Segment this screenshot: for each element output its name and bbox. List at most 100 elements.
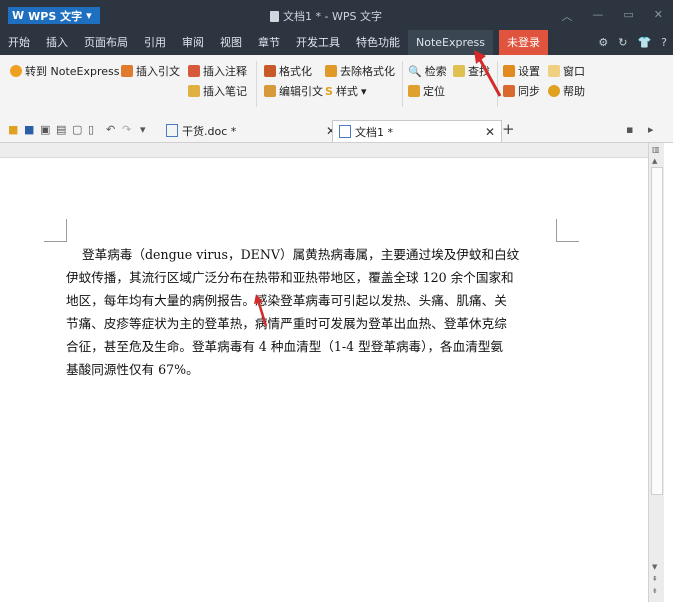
tab-label: 干货.doc * (182, 124, 237, 138)
scrollbar-thumb[interactable] (651, 167, 663, 495)
menubar-tools: ⚙ ↻ 👕 ? (598, 36, 673, 49)
edit-citation-icon (264, 85, 276, 97)
menu-item-references[interactable]: 引用 (136, 30, 174, 55)
locate-icon (408, 85, 420, 97)
print-preview-icon[interactable]: ▢ (72, 123, 82, 136)
paragraph-line: 地区，每年均有大量的病例报告。感染登革病毒可引起以发热、头痛、肌痛、关 (66, 293, 507, 308)
menu-bar: 开始 插入 页面布局 引用 审阅 视图 章节 开发工具 特色功能 NoteExp… (0, 30, 673, 55)
tab-label: 文档1 * (355, 125, 393, 139)
search-icon: 🔍 (408, 64, 422, 78)
export-icon[interactable]: ▣ (40, 123, 50, 136)
menu-item-section[interactable]: 章节 (250, 30, 288, 55)
paragraph-line: 基酸同源性仅有 67%。 (66, 362, 199, 377)
skin-icon[interactable]: 👕 (637, 36, 651, 49)
remove-format-icon (325, 65, 337, 77)
undo-cloud-icon[interactable]: ↻ (618, 36, 627, 49)
tab-doc-1[interactable]: 文档1 * ✕ (332, 120, 502, 142)
paragraph-line: 节痛、皮疹等症状为主的登革热，病情严重时可发展为登革出血热、登革休克综 (66, 316, 507, 331)
tab-menu-icon[interactable]: ▸ (648, 123, 654, 136)
goto-noteexpress-button[interactable]: 转到 NoteExpress (10, 63, 120, 79)
spellcheck-icon[interactable]: ▯ (88, 123, 94, 136)
pencil-icon (188, 65, 200, 77)
app-menu-button[interactable]: W WPS 文字 ▾ (8, 7, 100, 24)
save-icon[interactable]: ■ (24, 123, 34, 136)
paragraph-line: 伊蚊传播，其流行区域广泛分布在热带和亚热带地区，覆盖全球 120 余个国家和 (66, 270, 514, 285)
format-button[interactable]: 格式化 (264, 63, 312, 79)
vertical-scrollbar[interactable]: ▥ ▲ ▼ ⇞ ⇟ (648, 143, 664, 602)
window-title: 文档1 * - WPS 文字 (270, 8, 382, 24)
gear-icon[interactable]: ⚙ (598, 36, 608, 49)
menu-item-insert[interactable]: 插入 (38, 30, 76, 55)
wps-logo-icon: W (12, 9, 25, 22)
insert-note-label: 插入注释 (203, 65, 247, 78)
ribbon-separator (256, 61, 257, 107)
menu-item-page-layout[interactable]: 页面布局 (76, 30, 136, 55)
app-name-label: WPS 文字 (28, 9, 83, 23)
style-label: 样式 (335, 85, 358, 98)
window-title-text: 文档1 * - WPS 文字 (283, 10, 382, 23)
edit-citation-label: 编辑引文 (279, 85, 323, 98)
menu-item-view[interactable]: 视图 (212, 30, 250, 55)
cursor-arrow-icon (254, 294, 268, 327)
document-icon (270, 10, 279, 22)
document-body[interactable]: 登革病毒（dengue virus，DENV）属黄热病毒属，主要通过埃及伊蚊和白… (66, 243, 566, 381)
help-label: 帮助 (563, 85, 585, 98)
format-icon (264, 65, 276, 77)
maximize-icon[interactable]: ▭ (623, 8, 633, 24)
word-doc-icon (339, 125, 351, 138)
print-icon[interactable]: ▤ (56, 123, 66, 136)
crop-mark-top-right (556, 219, 579, 242)
minimize-icon[interactable]: — (592, 8, 603, 24)
find-icon (453, 65, 465, 77)
insert-notebook-button[interactable]: 插入笔记 (188, 83, 247, 99)
search-button[interactable]: 🔍 检索 (408, 63, 447, 79)
ruler-toggle-icon[interactable]: ▥ (652, 145, 660, 154)
scroll-down-icon[interactable]: ▼ (652, 563, 657, 571)
ribbon-noteexpress: 转到 NoteExpress 插入引文 插入注释 插入笔记 格式化 去除格式化 … (0, 55, 673, 119)
help-icon[interactable]: ? (661, 36, 667, 49)
new-tab-plus-icon[interactable]: + (502, 120, 515, 138)
locate-label: 定位 (423, 85, 445, 98)
window-icon (548, 65, 560, 77)
menu-item-features[interactable]: 特色功能 (348, 30, 408, 55)
edit-citation-button[interactable]: 编辑引文 (264, 83, 323, 99)
close-tab-icon[interactable]: ✕ (485, 125, 495, 139)
sync-label: 同步 (518, 85, 540, 98)
annotation-arrow-icon (474, 50, 502, 97)
scroll-up-icon[interactable]: ▲ (652, 157, 657, 165)
notebook-pencil-icon (188, 85, 200, 97)
style-dropdown[interactable]: S 样式 ▾ (325, 83, 366, 99)
ribbon-separator (402, 61, 403, 107)
insert-notebook-label: 插入笔记 (203, 85, 247, 98)
locate-button[interactable]: 定位 (408, 83, 445, 99)
close-icon[interactable]: ✕ (654, 8, 663, 24)
help-circle-icon (548, 85, 560, 97)
crop-mark-top-left (44, 219, 67, 242)
noteexpress-icon (10, 65, 22, 77)
insert-citation-button[interactable]: 插入引文 (121, 63, 180, 79)
open-folder-icon[interactable]: ■ (8, 123, 18, 136)
insert-note-button[interactable]: 插入注释 (188, 63, 247, 79)
undo-icon[interactable]: ↶ (106, 123, 115, 136)
menu-item-home[interactable]: 开始 (0, 30, 38, 55)
paragraph-line: 合征，甚至危及生命。登革病毒有 4 种血清型（1-4 型登革病毒），各血清型氨 (66, 339, 504, 354)
menu-item-review[interactable]: 审阅 (174, 30, 212, 55)
remove-format-button[interactable]: 去除格式化 (325, 63, 395, 79)
settings-label: 设置 (518, 65, 540, 78)
tab-list-icon[interactable]: ▪ (626, 123, 633, 136)
redo-icon[interactable]: ↷ (122, 123, 131, 136)
help-button[interactable]: 帮助 (548, 83, 585, 99)
next-page-icon[interactable]: ⇟ (652, 587, 658, 595)
search-label: 检索 (424, 65, 447, 78)
window-label: 窗口 (563, 65, 585, 78)
menu-item-developer[interactable]: 开发工具 (288, 30, 348, 55)
window-button[interactable]: 窗口 (548, 63, 585, 79)
customize-chevron-icon[interactable]: ▾ (140, 123, 146, 136)
previous-page-icon[interactable]: ⇞ (652, 575, 658, 583)
collapse-icon[interactable]: ︿ (561, 8, 572, 24)
title-bar: W WPS 文字 ▾ 文档1 * - WPS 文字 ︿ — ▭ ✕ (0, 0, 673, 30)
style-s-icon: S (325, 84, 333, 98)
tab-doc-ganhuo[interactable]: 干货.doc * ✕ (160, 120, 342, 141)
chevron-down-icon: ▾ (86, 9, 92, 22)
quick-access-and-tabs: ■ ■ ▣ ▤ ▢ ▯ ↶ ↷ ▾ 干货.doc * ✕ 文档1 * ✕ + ▪… (0, 118, 673, 143)
